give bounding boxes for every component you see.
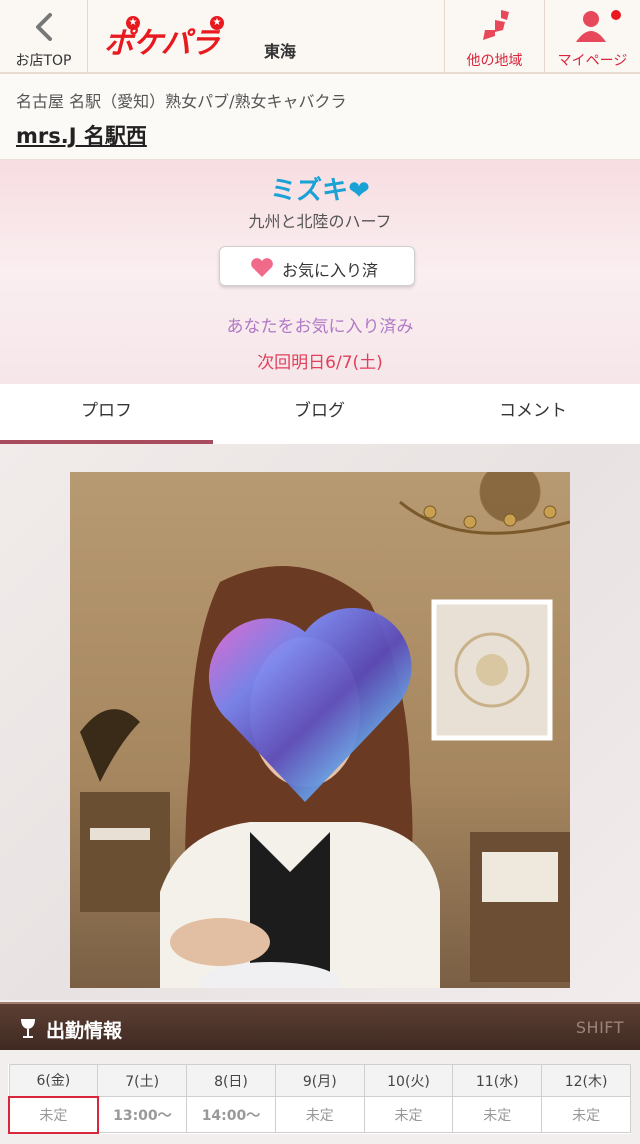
schedule-title: 出勤情報 [46, 1020, 123, 1042]
schedule-time: 未定 [363, 1096, 454, 1133]
user-icon [576, 11, 606, 42]
tab-comment[interactable]: コメント [426, 384, 640, 444]
photo-illustration [70, 472, 570, 988]
schedule-times-row: 未定 13:00〜 14:00〜 未定 未定 未定 未定 [8, 1095, 631, 1134]
profile-tabs: プロフ ブログ コメント [0, 384, 640, 444]
schedule-time: 未定 [541, 1096, 631, 1133]
schedule-time: 未定 [452, 1096, 543, 1133]
schedule-day: 12(木) [541, 1064, 631, 1097]
favorite-message: あなたをお気に入り済み [226, 317, 414, 337]
mypage-label: マイページ [557, 53, 628, 69]
schedule-day: 6(金) [8, 1064, 99, 1097]
schedule-day: 9(月) [274, 1064, 365, 1097]
shift-label: SHIFT [575, 1018, 624, 1037]
other-regions-label: 他の地域 [466, 53, 523, 69]
shop-top-label: お店TOP [15, 53, 72, 69]
schedule-days-row: 6(金) 7(土) 8(日) 9(月) 10(火) 11(水) 12(木) [8, 1064, 631, 1097]
region-label: 東海 [264, 42, 297, 61]
schedule-time: 14:00〜 [186, 1096, 276, 1133]
schedule-day: 11(水) [452, 1064, 543, 1097]
logo-star-icon: ★ [210, 16, 224, 30]
heart-icon [251, 258, 273, 277]
schedule-time: 13:00〜 [97, 1096, 188, 1133]
shop-name-link[interactable]: mrs.J 名駅西 [16, 120, 147, 150]
schedule-day: 8(日) [186, 1064, 276, 1097]
shop-info-bar: 名古屋 名駅（愛知）熟女パブ/熟女キャバクラ mrs.J 名駅西 [0, 74, 640, 160]
favorite-button-label: お気に入り済 [282, 261, 379, 280]
logo-star-icon: ★ [126, 16, 140, 30]
tab-blog[interactable]: ブログ [213, 384, 426, 444]
chevron-left-icon [36, 13, 52, 41]
photo-section [0, 444, 640, 1000]
mypage-button[interactable]: マイページ [544, 0, 640, 74]
notification-dot [611, 10, 621, 20]
schedule-time: 未定 [8, 1095, 99, 1134]
wine-glass-icon [21, 1019, 35, 1038]
profile-header: ミズキ❤ 九州と北陸のハーフ お気に入り済 あなたをお気に入り済み 次回明日6/… [0, 160, 640, 384]
japan-map-icon [483, 10, 509, 40]
schedule-time: 未定 [274, 1096, 365, 1133]
breadcrumb: 名古屋 名駅（愛知）熟女パブ/熟女キャバクラ [16, 92, 347, 111]
tab-profile[interactable]: プロフ [0, 384, 213, 444]
shop-top-button[interactable]: お店TOP [0, 0, 88, 74]
schedule-table: 6(金) 7(土) 8(日) 9(月) 10(火) 11(水) 12(木) 未定… [8, 1064, 631, 1134]
app-header: お店TOP ポケパラ ★ ★ 東海 他の地域 マイページ [0, 0, 640, 74]
catchphrase: 九州と北陸のハーフ [248, 212, 392, 231]
pokepara-logo[interactable]: ポケパラ [104, 18, 220, 61]
favorite-button[interactable]: お気に入り済 [219, 246, 415, 286]
girl-name: ミズキ❤ [270, 176, 370, 206]
other-regions-button[interactable]: 他の地域 [444, 0, 544, 74]
next-work-day: 次回明日6/7(土) [257, 353, 383, 373]
profile-photo[interactable] [70, 472, 570, 988]
schedule-header: 出勤情報 SHIFT [0, 1002, 640, 1050]
schedule-day: 10(火) [363, 1064, 454, 1097]
schedule-day: 7(土) [97, 1064, 188, 1097]
